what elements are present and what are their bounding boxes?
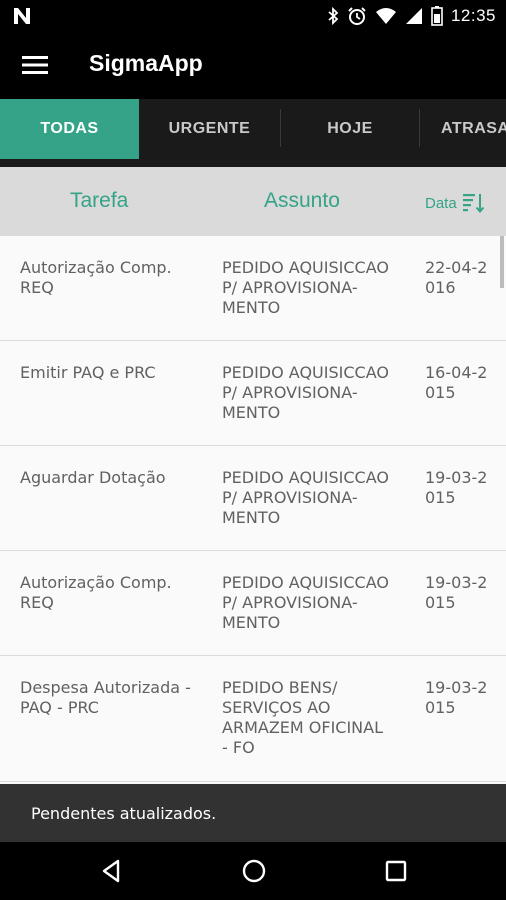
cell-assunto: PEDIDO AQUISICCAO P/ APROVISIONA- MENTO [222,258,389,317]
table-row[interactable]: Autorização Comp. REQ PEDIDO AQUISICCAO … [0,236,506,341]
cell-tarefa: Autorização Comp. REQ [20,258,172,297]
status-time: 12:35 [450,6,496,25]
recents-icon[interactable] [381,856,411,886]
cell-data: 19-03-2 015 [425,468,488,507]
tab-label: ATRASA [441,120,506,137]
cell-tarefa: Autorização Comp. REQ [20,573,172,612]
system-nav-bar [0,842,506,900]
tab-hoje[interactable]: HOJE [281,99,419,159]
app-title: SigmaApp [89,50,203,76]
cell-data: 22-04-2 016 [425,258,488,297]
header-assunto[interactable]: Assunto [264,189,340,213]
table-header: Tarefa Assunto Data [0,167,506,236]
cell-tarefa: Emitir PAQ e PRC [20,363,156,382]
scrollbar-thumb[interactable] [500,236,504,288]
table-row[interactable]: Autorização Comp. REQ PEDIDO AQUISICCAO … [0,551,506,656]
table-row[interactable]: Despesa Autorizada - PAQ - PRC PEDIDO BE… [0,656,506,782]
menu-icon[interactable] [22,54,48,76]
tab-todas[interactable]: TODAS [0,99,139,159]
header-data[interactable]: Data [425,193,485,213]
cell-data: 16-04-2 015 [425,363,488,402]
table-row[interactable]: Aguardar Dotação PEDIDO AQUISICCAO P/ AP… [0,446,506,551]
cell-data: 19-03-2 015 [425,678,488,717]
cell-signal-icon [405,8,422,24]
wifi-icon [375,8,396,24]
cell-tarefa: Despesa Autorizada - PAQ - PRC [20,678,191,717]
snackbar-message: Pendentes atualizados. [31,804,217,823]
app-toolbar: SigmaApp [0,32,506,99]
tab-bar: TODAS URGENTE HOJE ATRASA [0,99,506,167]
notification-n-icon [14,8,30,24]
cell-assunto: PEDIDO AQUISICCAO P/ APROVISIONA- MENTO [222,468,389,527]
home-icon[interactable] [239,856,269,886]
header-tarefa[interactable]: Tarefa [70,189,128,213]
tab-urgente[interactable]: URGENTE [139,99,280,159]
sort-icon [462,194,484,213]
tab-label: HOJE [327,120,373,137]
cell-assunto: PEDIDO BENS/ SERVIÇOS AO ARMAZEM OFICINA… [222,678,384,757]
snackbar: Pendentes atualizados. [0,784,506,842]
table-row[interactable]: Emitir PAQ e PRC PEDIDO AQUISICCAO P/ AP… [0,341,506,446]
battery-icon [431,6,443,26]
alarm-icon [348,7,366,25]
tab-label: TODAS [40,120,99,137]
status-bar: 12:35 [0,0,506,32]
back-icon[interactable] [97,856,127,886]
tab-label: URGENTE [168,120,251,137]
tab-atrasados[interactable]: ATRASA [420,99,506,159]
header-data-label: Data [425,194,457,212]
bluetooth-icon [328,7,339,25]
cell-assunto: PEDIDO AQUISICCAO P/ APROVISIONA- MENTO [222,363,389,422]
cell-tarefa: Aguardar Dotação [20,468,166,487]
task-list[interactable]: Tarefa Assunto Data Autorização Comp. RE… [0,167,506,842]
cell-assunto: PEDIDO AQUISICCAO P/ APROVISIONA- MENTO [222,573,389,632]
cell-data: 19-03-2 015 [425,573,488,612]
